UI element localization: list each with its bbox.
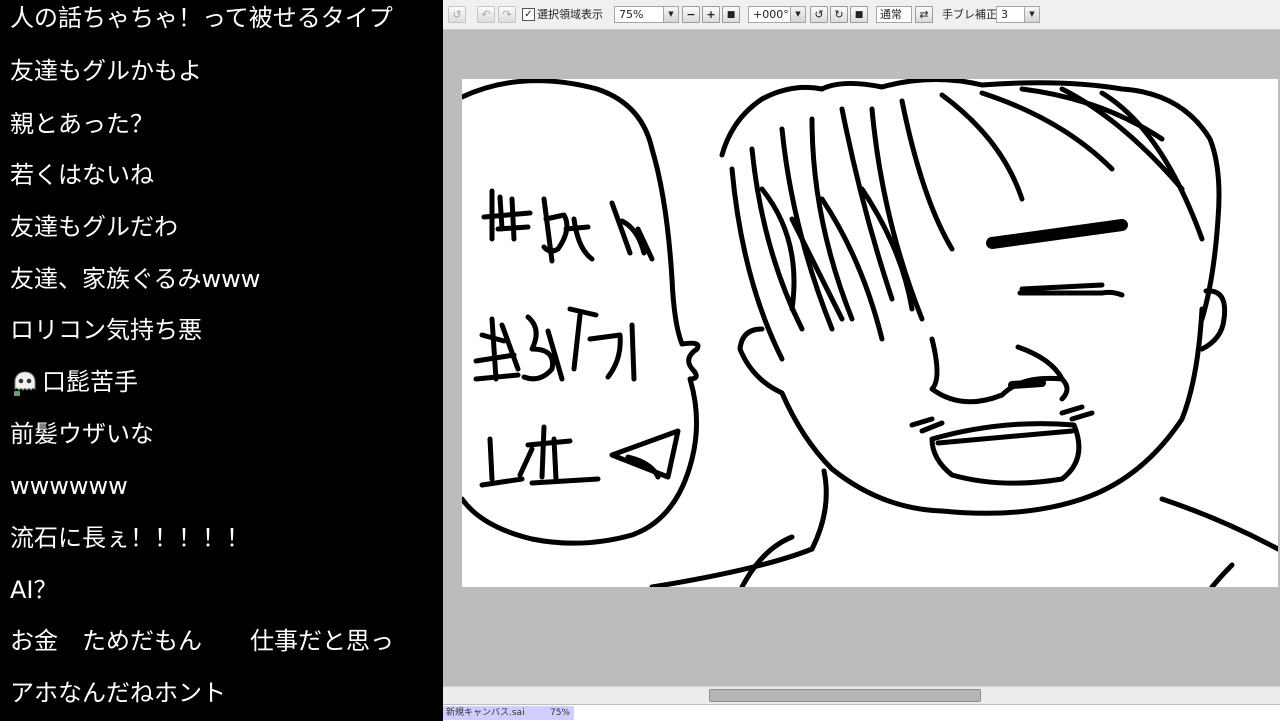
comment-item: 前髪ウザいな	[10, 420, 154, 448]
stabilizer-label: 手ブレ補正	[942, 8, 997, 21]
comment-item: 友達もグルだわ	[10, 213, 178, 241]
comment-item: 友達、家族ぐるみwww	[10, 265, 261, 293]
chevron-down-icon: ▼	[663, 7, 678, 22]
zoom-select[interactable]: 75% ▼	[614, 6, 679, 23]
square-icon: ■	[726, 9, 736, 20]
rotate-view-button[interactable]: ↺	[448, 6, 466, 23]
blend-mode-value: 通常	[880, 8, 902, 21]
show-selection-checkbox[interactable]: ✓	[522, 8, 535, 21]
canvas-viewport[interactable]	[443, 30, 1280, 686]
undo-icon: ↶	[481, 8, 491, 21]
flip-button[interactable]: ⇄	[915, 6, 933, 23]
rotate-right-button[interactable]: ↻	[830, 6, 848, 23]
zoom-out-button[interactable]: −	[682, 6, 700, 23]
rotate-icon: ↺	[452, 8, 462, 21]
paint-app-window: ↺ ↶ ↷ ✓ 選択領域表示 75% ▼ − + ■ +000° ▼ ↺ ↻ ■…	[443, 0, 1280, 721]
show-selection-label: 選択領域表示	[537, 8, 603, 21]
zoom-reset-button[interactable]: ■	[722, 6, 740, 23]
chevron-down-icon: ▼	[790, 7, 805, 22]
comment-item: wwwwww	[10, 472, 128, 500]
comment-panel: 人の話ちゃちゃ！って被せるタイプ 友達もグルかもよ 親とあった？ 若くはないね …	[0, 0, 443, 720]
comment-item: 親とあった？	[10, 110, 154, 138]
blend-mode-select[interactable]: 通常	[876, 6, 912, 23]
document-name: 新規キャンバス.sai	[446, 708, 525, 718]
document-zoom: 75%	[549, 708, 570, 718]
comment-item: 人の話ちゃちゃ！って被せるタイプ	[10, 4, 393, 32]
checkmark-icon: ✓	[524, 9, 533, 20]
plus-icon: +	[706, 8, 716, 21]
drawing-canvas[interactable]	[462, 79, 1278, 587]
scrollbar-thumb[interactable]	[709, 689, 981, 702]
comment-item: 若くはないね	[10, 161, 154, 189]
comment-item: 流石に長ぇ！！！！！	[10, 524, 250, 552]
comment-item: AI？	[10, 576, 58, 604]
canvas-toolbar: ↺ ↶ ↷ ✓ 選択領域表示 75% ▼ − + ■ +000° ▼ ↺ ↻ ■…	[443, 0, 1280, 30]
rotation-value: +000°	[753, 8, 789, 21]
rotate-left-icon: ↺	[814, 8, 824, 21]
comment-item: お金 ためだもん 仕事だと思っ	[10, 627, 394, 655]
document-tab-bar: 新規キャンバス.sai 75%	[443, 704, 1280, 721]
stabilizer-select[interactable]: 3 ▼	[996, 6, 1040, 23]
redo-icon: ↷	[502, 8, 512, 21]
document-tab[interactable]: 新規キャンバス.sai 75%	[443, 706, 574, 720]
horizontal-scrollbar[interactable]	[443, 686, 1280, 704]
comment-item: 友達もグルかもよ	[10, 57, 202, 85]
stabilizer-value: 3	[1001, 8, 1008, 21]
zoom-in-button[interactable]: +	[702, 6, 720, 23]
ghost-avatar-icon	[14, 371, 36, 396]
undo-button[interactable]: ↶	[477, 6, 495, 23]
rotate-reset-button[interactable]: ■	[850, 6, 868, 23]
flip-icon: ⇄	[919, 8, 929, 21]
rotation-select[interactable]: +000° ▼	[748, 6, 806, 23]
redo-button[interactable]: ↷	[498, 6, 516, 23]
rotate-right-icon: ↻	[834, 8, 844, 21]
comment-item: アホなんだねホント	[10, 679, 226, 707]
zoom-value: 75%	[619, 8, 644, 21]
comment-item: 口髭苦手	[10, 366, 138, 398]
rotate-left-button[interactable]: ↺	[810, 6, 828, 23]
chevron-down-icon: ▼	[1024, 7, 1039, 22]
square-icon: ■	[854, 9, 864, 20]
sketch-drawing	[462, 79, 1278, 587]
comment-item: ロリコン気持ち悪	[10, 316, 202, 344]
minus-icon: −	[686, 8, 696, 21]
comment-text: 口髭苦手	[42, 368, 138, 396]
